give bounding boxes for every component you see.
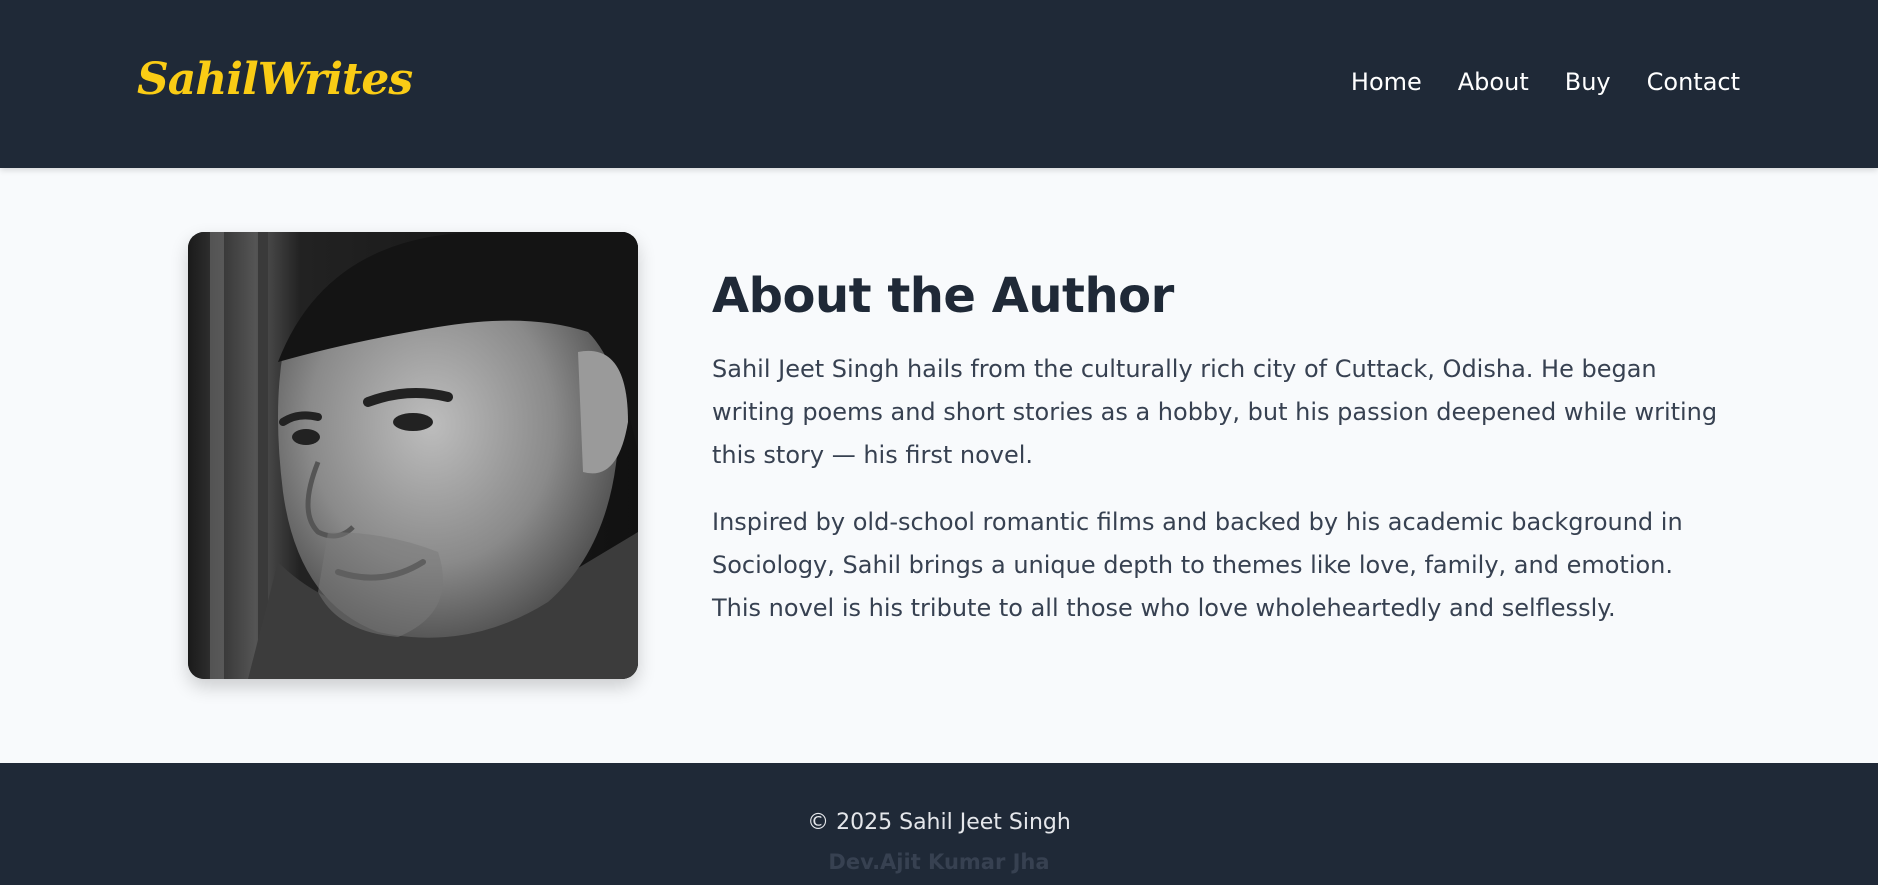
author-photo: [188, 232, 638, 679]
site-logo[interactable]: SahilWrites: [137, 52, 413, 108]
bio-paragraph-1: Sahil Jeet Singh hails from the cultural…: [712, 355, 1718, 469]
author-portrait-image: [188, 232, 638, 679]
site-header: SahilWrites Home About Buy Contact: [0, 0, 1878, 168]
page-title: About the Author: [712, 268, 1174, 324]
nav-link-about[interactable]: About: [1458, 64, 1529, 100]
developer-credit-link[interactable]: Dev.Ajit Kumar Jha: [0, 847, 1878, 877]
site-footer: © 2025 Sahil Jeet Singh Dev.Ajit Kumar J…: [0, 763, 1878, 885]
about-content: About the Author Sahil Jeet Singh hails …: [712, 264, 1722, 630]
nav-link-buy[interactable]: Buy: [1565, 64, 1611, 100]
copyright-text: © 2025 Sahil Jeet Singh: [807, 810, 1071, 835]
main-nav: Home About Buy Contact: [1351, 64, 1740, 100]
nav-link-home[interactable]: Home: [1351, 64, 1422, 100]
bio-paragraph-2: Inspired by old-school romantic films an…: [712, 508, 1683, 622]
nav-link-contact[interactable]: Contact: [1647, 64, 1740, 100]
